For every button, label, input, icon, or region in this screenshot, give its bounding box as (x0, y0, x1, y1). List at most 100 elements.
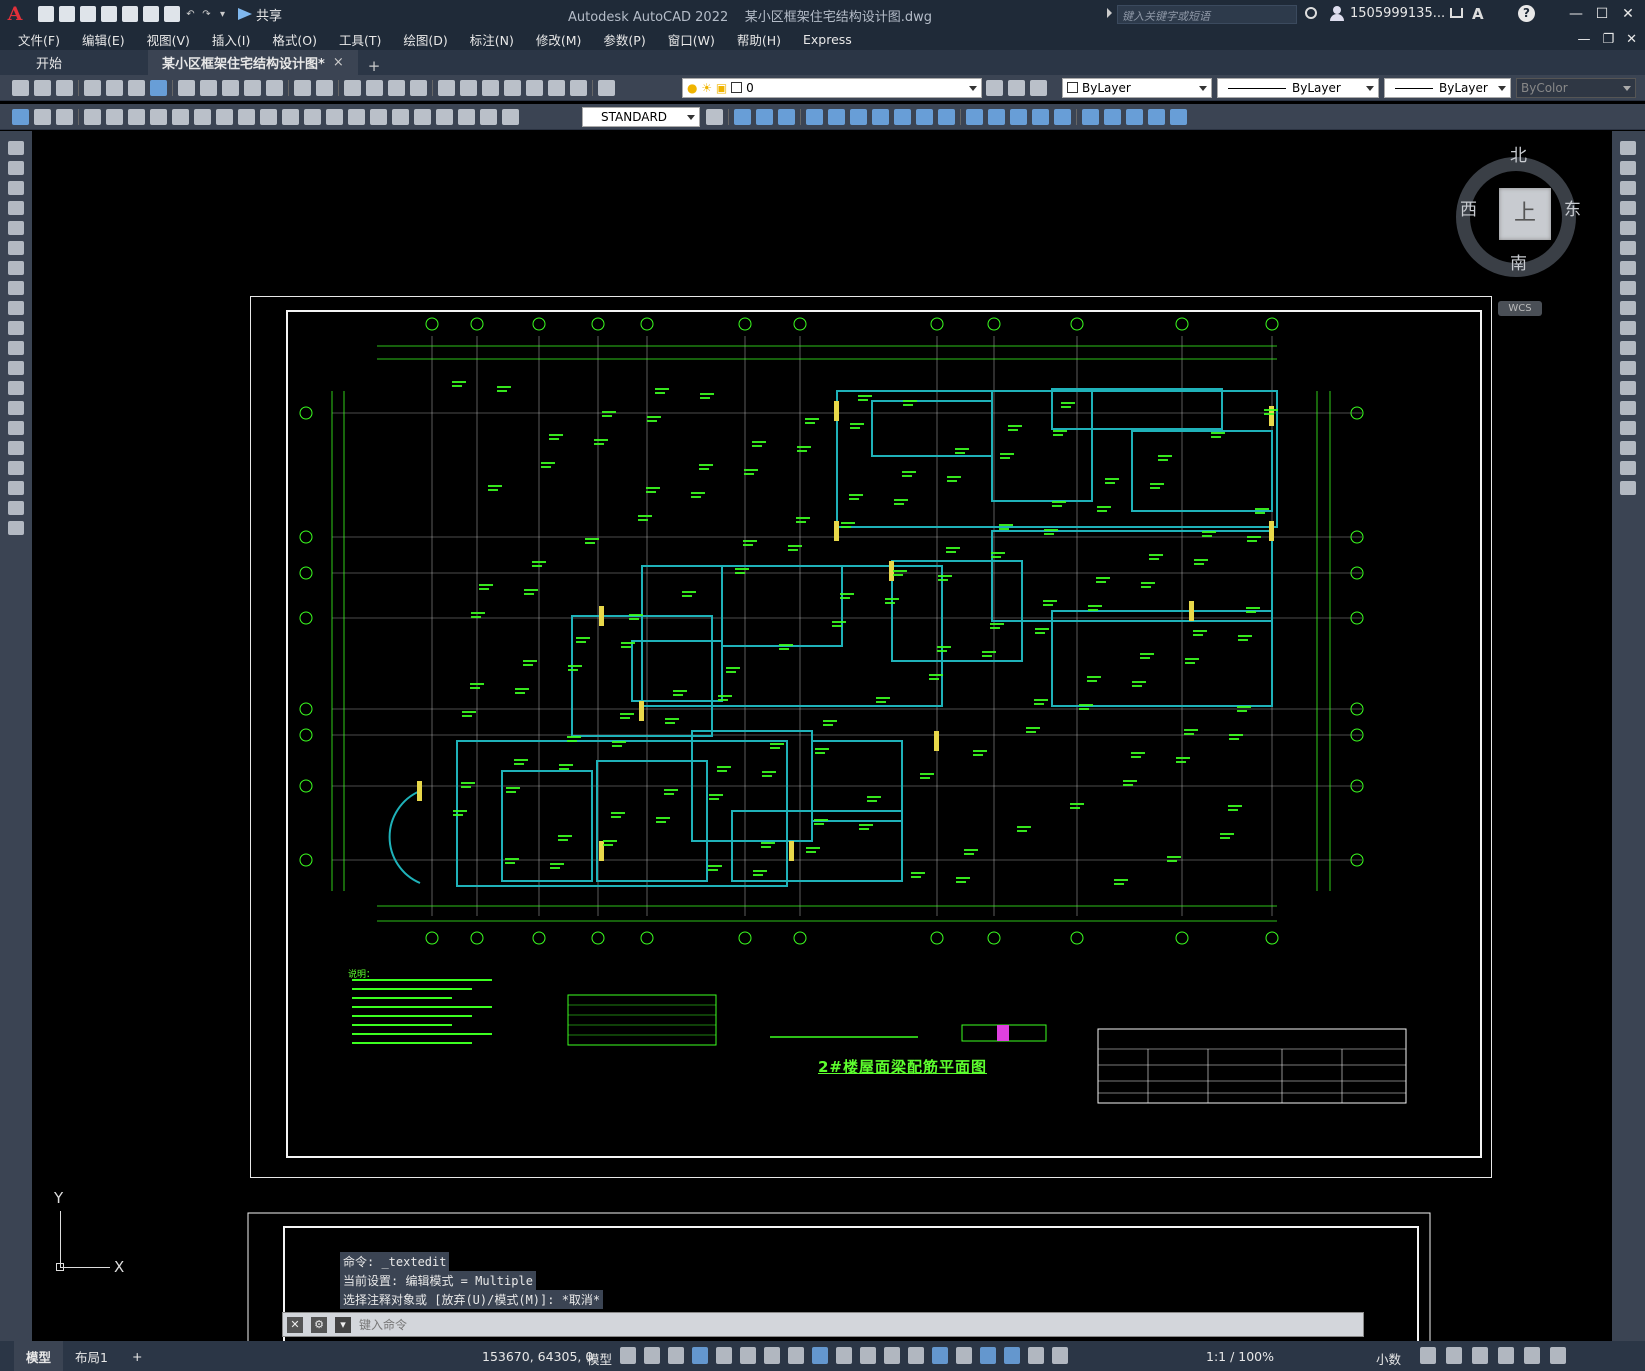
table-icon[interactable] (8, 481, 24, 495)
pan-icon[interactable] (344, 80, 361, 96)
arc-length-icon[interactable] (128, 109, 145, 125)
calculator-icon[interactable] (548, 80, 565, 96)
rotate-icon[interactable] (872, 109, 889, 125)
menu-parametric[interactable]: 参数(P) (603, 30, 645, 49)
units-display[interactable]: 小数 (1376, 1349, 1401, 1368)
customize-qat-icon[interactable]: ▾ (217, 9, 228, 20)
circle-icon[interactable] (8, 261, 24, 275)
dim-style-icon[interactable] (706, 109, 723, 125)
rotate-icon[interactable] (1620, 261, 1636, 275)
snap-icon[interactable] (644, 1347, 660, 1364)
diameter-dim-icon[interactable] (216, 109, 233, 125)
multiline-text-icon[interactable] (8, 501, 24, 515)
lengthen-icon[interactable] (1126, 109, 1143, 125)
quick-dim-icon[interactable] (260, 109, 277, 125)
menu-insert[interactable]: 插入(I) (212, 30, 250, 49)
polyline-icon[interactable] (8, 181, 24, 195)
tab-active-drawing[interactable]: 某小区框架住宅结构设计图* × (148, 50, 358, 75)
new-tab-button[interactable]: + (358, 57, 391, 75)
viewcube-south[interactable]: 南 (1510, 249, 1527, 274)
blend-curves-icon[interactable] (1620, 461, 1636, 475)
command-input[interactable]: 键入命令 (359, 1316, 1363, 1333)
revision-cloud-icon[interactable] (8, 281, 24, 295)
customization-icon[interactable] (1550, 1347, 1566, 1364)
break-icon[interactable] (988, 109, 1005, 125)
zoom-realtime-icon[interactable] (366, 80, 383, 96)
center-mark-icon[interactable] (392, 109, 409, 125)
tab-model[interactable]: 模型 (14, 1341, 64, 1371)
lineweight-icon[interactable] (836, 1347, 852, 1364)
menu-tools[interactable]: 工具(T) (339, 30, 381, 49)
line-icon[interactable] (8, 141, 24, 155)
layer-dropdown[interactable]: ● ☀ ▣ 0 (682, 78, 982, 98)
3d-object-snap-icon[interactable] (908, 1347, 924, 1364)
tolerance-icon[interactable] (370, 109, 387, 125)
layer-previous-icon[interactable] (1008, 80, 1025, 96)
array-icon[interactable] (828, 109, 845, 125)
selection-filter-icon[interactable] (956, 1347, 972, 1364)
redo-icon[interactable]: ↷ (201, 9, 212, 20)
break-icon[interactable] (1620, 381, 1636, 395)
redo-icon[interactable] (316, 80, 333, 96)
rectangle-icon[interactable] (8, 221, 24, 235)
layer-states-icon[interactable] (1030, 80, 1047, 96)
trim-icon[interactable] (938, 109, 955, 125)
viewcube-west[interactable]: 西 (1460, 195, 1477, 220)
command-recent-icon[interactable]: ▾ (335, 1316, 351, 1333)
continue-dim-icon[interactable] (304, 109, 321, 125)
annotation-scale[interactable]: 1:1 / 100% (1206, 1349, 1274, 1364)
block-editor-icon[interactable] (266, 80, 283, 96)
plot-preview-icon[interactable] (106, 80, 123, 96)
open-from-web-icon[interactable] (122, 6, 138, 22)
publish-web-icon[interactable] (150, 80, 167, 96)
layer-thaw-icon[interactable]: ☀ (701, 81, 712, 95)
new-icon[interactable] (12, 80, 29, 96)
erase-icon[interactable] (1620, 141, 1636, 155)
plotstyle-dropdown[interactable]: ByColor (1516, 78, 1636, 98)
search-input[interactable]: 键入关键字或短语 (1117, 5, 1297, 24)
polygon-icon[interactable] (8, 201, 24, 215)
model-space-toggle[interactable]: 模型 (587, 1349, 612, 1368)
command-customize-icon[interactable]: ⚙ (311, 1316, 327, 1333)
zoom-previous-icon[interactable] (410, 80, 427, 96)
offset-icon[interactable] (1620, 201, 1636, 215)
linear-dim-icon[interactable] (84, 109, 101, 125)
polar-tracking-icon[interactable] (740, 1347, 756, 1364)
object-snap-tracking-icon[interactable] (788, 1347, 804, 1364)
paste-icon[interactable] (222, 80, 239, 96)
inspection-icon[interactable] (414, 109, 431, 125)
insert-block-icon[interactable] (8, 361, 24, 375)
gradient-icon[interactable] (8, 441, 24, 455)
trim-icon[interactable] (1620, 321, 1636, 335)
region-icon[interactable] (8, 461, 24, 475)
mirror-icon[interactable] (1620, 181, 1636, 195)
copy-icon[interactable] (200, 80, 217, 96)
dim-text-edit-icon[interactable] (480, 109, 497, 125)
coordinate-readout[interactable]: 153670, 64305, 0 (482, 1349, 593, 1364)
user-icon[interactable] (1330, 6, 1344, 21)
dim-space-icon[interactable] (326, 109, 343, 125)
doc-restore-button[interactable]: ❐ (1602, 32, 1614, 47)
menu-express[interactable]: Express (803, 32, 852, 47)
menu-modify[interactable]: 修改(M) (536, 30, 582, 49)
mirror-icon[interactable] (778, 109, 795, 125)
auto-scale-icon[interactable] (1028, 1347, 1044, 1364)
object-snap-icon[interactable] (812, 1347, 828, 1364)
save-icon[interactable] (56, 80, 73, 96)
undo-icon[interactable]: ↶ (185, 9, 196, 20)
fillet-icon[interactable] (1054, 109, 1071, 125)
isodraft-icon[interactable] (764, 1347, 780, 1364)
copy-icon[interactable] (1620, 161, 1636, 175)
viewcube-top-face[interactable]: 上 (1499, 188, 1551, 240)
markup-icon[interactable] (526, 80, 543, 96)
wcs-menu[interactable]: WCS (1498, 301, 1542, 316)
blend-icon[interactable] (1104, 109, 1121, 125)
search-icon[interactable] (1305, 7, 1317, 19)
color-dropdown[interactable]: ByLayer (1062, 78, 1212, 98)
grid-icon[interactable] (620, 1347, 636, 1364)
save-as-icon[interactable] (101, 6, 117, 22)
menu-draw[interactable]: 绘图(D) (403, 30, 447, 49)
write-block-icon[interactable] (56, 109, 73, 125)
tab-close-icon[interactable]: × (333, 55, 344, 70)
angular-dim-icon[interactable] (238, 109, 255, 125)
